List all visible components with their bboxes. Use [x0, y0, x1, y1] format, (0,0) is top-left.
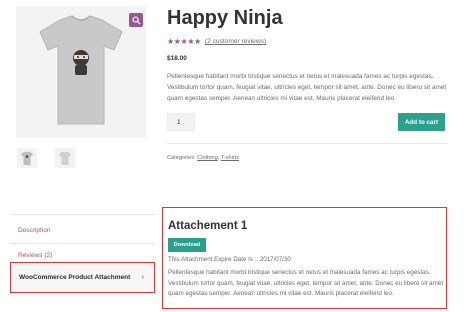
description-line: quam egestas semper. Aenean ultricies mi…: [167, 95, 397, 102]
attachment-title: Attachement 1: [168, 220, 248, 232]
reviews-link-text[interactable]: 2 customer reviews: [207, 38, 264, 45]
tab-description[interactable]: Description: [10, 218, 155, 242]
tshirt-thumbnail-image: [21, 151, 33, 165]
quantity-input[interactable]: 1: [167, 113, 195, 131]
customer-reviews-link[interactable]: (2 customer reviews): [205, 38, 266, 45]
tab-product-attachment-label: WooCommerce Product Attachment: [19, 274, 131, 281]
categories-label: Categories:: [167, 155, 196, 161]
star-rating-icon: ★★★★★: [167, 37, 201, 46]
attachment-description-line: Vestibulum tortor quam, feugiat vitae, u…: [168, 279, 444, 287]
gallery-thumbnail[interactable]: [55, 148, 75, 168]
description-line: Vestibulum tortor quam, feugiat vitae, u…: [167, 84, 447, 91]
product-rating: ★★★★★ (2 customer reviews): [167, 37, 266, 46]
divider: [167, 143, 448, 144]
description-line: Pellentesque habitant morbi tristique se…: [167, 73, 434, 80]
attachment-description: Pellentesque habitant morbi tristique se…: [168, 268, 443, 300]
attachment-description-line: Pellentesque habitant morbi tristique se…: [168, 269, 431, 276]
attachment-expire-date: This Attachment Expire Date Is :: 2017/0…: [168, 256, 291, 263]
attachment-description-line: quam egestas semper. Aenean ultricies mi…: [168, 290, 394, 297]
chevron-right-icon: ›: [141, 274, 144, 281]
product-short-description: Pellentesque habitant morbi tristique se…: [167, 71, 452, 104]
add-to-cart-button[interactable]: Add to cart: [398, 113, 445, 131]
product-main-image[interactable]: [16, 6, 146, 138]
category-link-clothing[interactable]: Clothing: [197, 155, 218, 161]
tshirt-image: [39, 15, 123, 125]
category-link-tshirts[interactable]: T-shirts: [221, 155, 239, 161]
product-price: $18.00: [167, 55, 187, 62]
tabs-divider: [10, 214, 155, 215]
product-categories: Categories: Clothing, T-shirts: [167, 155, 239, 161]
product-title: Happy Ninja: [167, 7, 283, 29]
tab-product-attachment[interactable]: WooCommerce Product Attachment ›: [10, 262, 155, 293]
download-button[interactable]: Download: [168, 238, 206, 252]
zoom-button[interactable]: [129, 13, 143, 27]
ninja-print: [73, 50, 89, 75]
gallery-thumbnail[interactable]: [17, 148, 37, 168]
tshirt-back-thumbnail-image: [59, 151, 71, 165]
magnifier-icon: [131, 15, 141, 25]
